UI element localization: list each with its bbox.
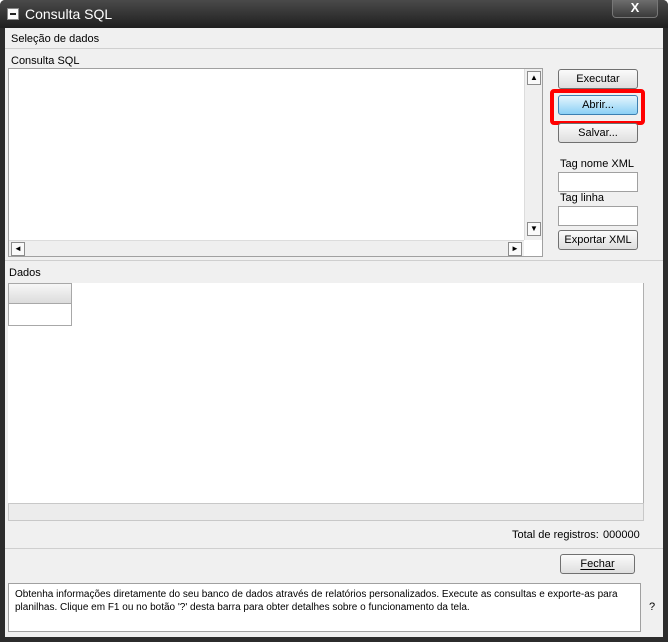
- dados-label: Dados: [9, 267, 41, 279]
- scroll-up-icon[interactable]: ▲: [527, 71, 541, 85]
- divider: [5, 548, 663, 549]
- app-window: Consulta SQL X Seleção de dados Consulta…: [0, 0, 668, 642]
- horizontal-scrollbar[interactable]: ◄ ►: [9, 240, 524, 256]
- divider: [5, 48, 663, 49]
- tag-nome-xml-input[interactable]: [558, 172, 638, 192]
- scroll-left-icon[interactable]: ◄: [11, 242, 25, 256]
- grid-header-cell[interactable]: [8, 283, 72, 304]
- exportar-xml-button[interactable]: Exportar XML: [558, 230, 638, 250]
- divider: [5, 260, 663, 261]
- tag-linha-label: Tag linha: [560, 192, 605, 204]
- fechar-button[interactable]: Fechar: [560, 554, 635, 574]
- scroll-down-icon[interactable]: ▼: [527, 222, 541, 236]
- total-registros-value: 000000: [603, 529, 640, 541]
- vertical-scrollbar[interactable]: ▲ ▼: [524, 69, 542, 240]
- window-title: Consulta SQL: [25, 6, 113, 22]
- salvar-button[interactable]: Salvar...: [558, 123, 638, 143]
- window-client-area: Seleção de dados Consulta SQL ▲ ▼ ◄ ► Ex…: [5, 28, 663, 637]
- consulta-sql-label: Consulta SQL: [11, 55, 80, 67]
- abrir-button[interactable]: Abrir...: [558, 95, 638, 115]
- title-bar[interactable]: Consulta SQL X: [0, 0, 668, 28]
- scroll-right-icon[interactable]: ►: [508, 242, 522, 256]
- selecao-dados-label: Seleção de dados: [11, 33, 100, 45]
- total-registros-label: Total de registros:: [512, 529, 599, 541]
- executar-button[interactable]: Executar: [558, 69, 638, 89]
- grid-footer-bar: [8, 503, 644, 521]
- help-button[interactable]: ?: [641, 583, 663, 632]
- sql-query-editor[interactable]: ▲ ▼ ◄ ►: [8, 68, 543, 257]
- fechar-button-label: Fechar: [580, 558, 615, 570]
- sql-query-text[interactable]: [12, 72, 520, 236]
- table-row[interactable]: [8, 304, 72, 326]
- data-grid[interactable]: [8, 283, 644, 503]
- tag-linha-input[interactable]: [558, 206, 638, 226]
- tag-nome-xml-label: Tag nome XML: [560, 158, 634, 170]
- close-button[interactable]: X: [612, 0, 658, 18]
- help-text-box: Obtenha informações diretamente do seu b…: [8, 583, 641, 632]
- system-menu-icon[interactable]: [7, 8, 19, 20]
